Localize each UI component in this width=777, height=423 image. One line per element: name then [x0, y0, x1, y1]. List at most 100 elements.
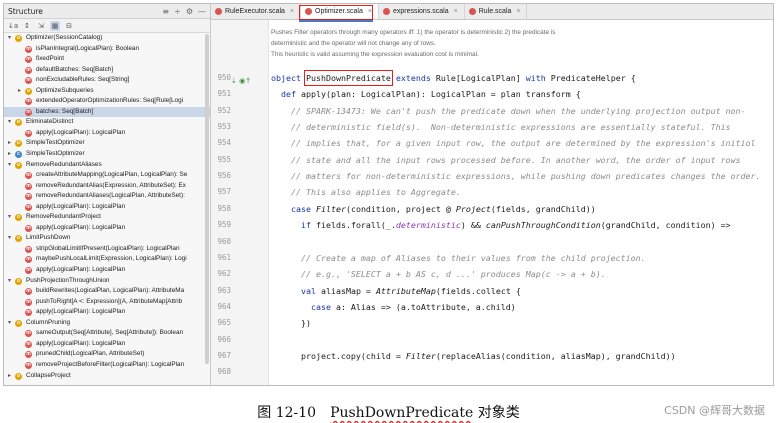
collapse-all-icon[interactable]: ÷	[174, 7, 181, 16]
tree-node[interactable]: ▾ o ColumnPruning	[4, 318, 210, 329]
method-icon: m	[25, 267, 32, 275]
tree-label: RemoveRedundantProject	[26, 213, 101, 221]
line-number: 965	[217, 318, 231, 328]
tree-member[interactable]: m defaultBatches: Seq[Batch]	[4, 65, 210, 76]
tab-rule[interactable]: Rule.scala ×	[465, 4, 528, 19]
tree-member[interactable]: m pushToRight[A <: Expression](A, Attribu…	[4, 297, 210, 308]
sort-visibility-icon[interactable]: ↕	[22, 21, 32, 31]
tree-node[interactable]: ▸ o SimpleTestOptimizer	[4, 138, 210, 149]
code-area[interactable]: Pushes Filter operators through many ope…	[217, 20, 773, 385]
tab-rule-executor[interactable]: RuleExecutor.scala ×	[211, 4, 302, 19]
tab-label: expressions.scala	[392, 8, 449, 15]
tree-member[interactable]: m stripGlobalLimitIfPresent(LogicalPlan):…	[4, 244, 210, 255]
expand-all-icon[interactable]: ≡	[162, 7, 169, 16]
tree-node[interactable]: ▸ c SimpleTestOptimizer	[4, 149, 210, 160]
tree-member[interactable]: m apply(LogicalPlan): LogicalPlan	[4, 202, 210, 213]
code-line: 954 // implies that, for a given input r…	[217, 135, 773, 151]
autoscroll-icon[interactable]: ⇲	[36, 21, 46, 31]
code-text: project.copy(child = Filter(replaceAlias…	[271, 350, 676, 361]
code-line: 965 })	[217, 315, 773, 331]
tree-member[interactable]: m nonExcludableRules: Seq[String]	[4, 75, 210, 86]
chevron-down-icon[interactable]: ▾	[6, 212, 13, 223]
tree-node[interactable]: ▾ o PushProjectionThroughUnion	[4, 276, 210, 287]
show-inherited-icon[interactable]: ⊟	[64, 21, 74, 31]
tree-member[interactable]: m apply(LogicalPlan): LogicalPlan	[4, 307, 210, 318]
tree-label: apply(LogicalPlan): LogicalPlan	[36, 308, 126, 316]
tree-label: apply(LogicalPlan): LogicalPlan	[36, 339, 126, 347]
sort-alpha-icon[interactable]: ↓a	[8, 21, 18, 31]
object-icon: o	[25, 87, 32, 95]
tree-member[interactable]: m batches: Seq[Batch]	[4, 106, 210, 118]
structure-tree: ▾ o Optimizer(SessionCatalog) m isPlanIntegr…	[4, 33, 210, 381]
caption-object-name: PushDownPredicate	[330, 405, 474, 421]
tree-label: nonExcludableRules: Seq[String]	[36, 76, 130, 84]
method-icon: m	[25, 361, 32, 369]
tree-member[interactable]: m apply(LogicalPlan): LogicalPlan	[4, 265, 210, 276]
tree-member[interactable]: m isPlanIntegral(LogicalPlan): Boolean	[4, 44, 210, 55]
tab-label: Rule.scala	[478, 8, 512, 15]
tree-label: ColumnPruning	[26, 318, 71, 326]
line-number: 966	[217, 334, 231, 344]
figure-number: 图 12-10	[257, 405, 317, 421]
code-line: 959 if fields.forall(_.deterministic) &&…	[217, 217, 773, 233]
tree-member[interactable]: m createAttributeMapping(LogicalPlan, Log…	[4, 170, 210, 181]
scala-file-icon	[382, 8, 390, 15]
code-text: // state and all the input rows processe…	[290, 154, 741, 165]
tree-member[interactable]: m maybePushLocalLimit(Expression, Logical…	[4, 254, 210, 265]
chevron-right-icon[interactable]: ▸	[6, 138, 13, 149]
minimize-icon[interactable]: —	[198, 7, 206, 16]
close-icon[interactable]: ×	[454, 4, 458, 19]
code-text: case Filter(condition, project @ Project…	[290, 203, 596, 214]
active-tab-highlight	[299, 5, 373, 20]
object-icon: o	[15, 235, 22, 243]
tree-label: createAttributeMapping(LogicalPlan, Logi…	[36, 171, 188, 179]
method-icon: m	[25, 98, 32, 106]
chevron-right-icon[interactable]: ▸	[6, 149, 13, 160]
object-icon: o	[15, 277, 22, 285]
tree-member[interactable]: m fixedPoint	[4, 54, 210, 65]
chevron-down-icon[interactable]: ▾	[6, 117, 13, 128]
code-text: // e.g., 'SELECT a + b AS c, d ...' prod…	[300, 269, 606, 280]
chevron-down-icon[interactable]: ▾	[6, 318, 13, 329]
chevron-down-icon[interactable]: ▾	[6, 276, 13, 287]
tree-member[interactable]: m apply(LogicalPlan): LogicalPlan	[4, 128, 210, 139]
line-number: 953	[217, 122, 231, 132]
tree-member[interactable]: m apply(LogicalPlan): LogicalPlan	[4, 339, 210, 350]
tree-node[interactable]: ▾ o EliminateDistinct	[4, 117, 210, 128]
tree-member[interactable]: m buildRewrites(LogicalPlan, LogicalPlan)…	[4, 286, 210, 297]
tree-member[interactable]: m sameOutput(Seq[Attribute], Seq[Attribut…	[4, 328, 210, 339]
tree-member[interactable]: m removeProjectBeforeFilter(LogicalPlan):…	[4, 360, 210, 371]
scala-file-icon	[215, 8, 222, 15]
chevron-right-icon[interactable]: ▸	[16, 86, 23, 97]
tree-node[interactable]: ▾ o RemoveRedundantProject	[4, 212, 210, 223]
tree-node[interactable]: ▾ o RemoveRedundantAliases	[4, 160, 210, 171]
show-fields-icon[interactable]: ▦	[50, 20, 60, 31]
tree-label: sameOutput(Seq[Attribute], Seq[Attribute…	[36, 329, 184, 337]
tree-label: extendedOperatorOptimizationRules: Seq[R…	[36, 97, 184, 105]
close-icon[interactable]: ×	[516, 4, 520, 19]
tab-expressions[interactable]: expressions.scala ×	[379, 4, 465, 19]
chevron-right-icon[interactable]: ▸	[6, 371, 13, 382]
tree-member[interactable]: m extendedOperatorOptimizationRules: Seq[…	[4, 96, 210, 107]
tree-member[interactable]: ▸ o OptimizeSubqueries	[4, 86, 210, 97]
tree-node[interactable]: ▾ o Optimizer(SessionCatalog)	[4, 33, 210, 44]
tree-member[interactable]: m prunedChild(LogicalPlan, AttributeSet)	[4, 349, 210, 360]
tree-node[interactable]: ▾ o LimitPushDown	[4, 233, 210, 244]
chevron-down-icon[interactable]: ▾	[6, 160, 13, 171]
tree-member[interactable]: m removeRedundantAlias(Expression, Attrib…	[4, 181, 210, 192]
tree-label: apply(LogicalPlan): LogicalPlan	[36, 223, 126, 231]
code-line: 967 project.copy(child = Filter(replaceA…	[217, 348, 773, 364]
gear-icon[interactable]: ⚙	[186, 7, 193, 16]
method-icon: m	[25, 288, 32, 296]
structure-scrollbar[interactable]	[205, 34, 209, 364]
tree-node[interactable]: ▸ o CollapseProject	[4, 371, 210, 382]
close-icon[interactable]: ×	[290, 4, 294, 19]
tree-member[interactable]: m apply(LogicalPlan): LogicalPlan	[4, 223, 210, 234]
chevron-down-icon[interactable]: ▾	[6, 233, 13, 244]
line-number: 968	[217, 367, 231, 377]
structure-toolbar: ↓a ↕ ⇲ ▦ ⊟	[4, 19, 210, 33]
chevron-down-icon[interactable]: ▾	[6, 33, 13, 44]
caption-suffix: 对象类	[477, 405, 520, 421]
tree-member[interactable]: m removeRedundantAliases(LogicalPlan, Att…	[4, 191, 210, 202]
method-icon: m	[25, 330, 32, 338]
